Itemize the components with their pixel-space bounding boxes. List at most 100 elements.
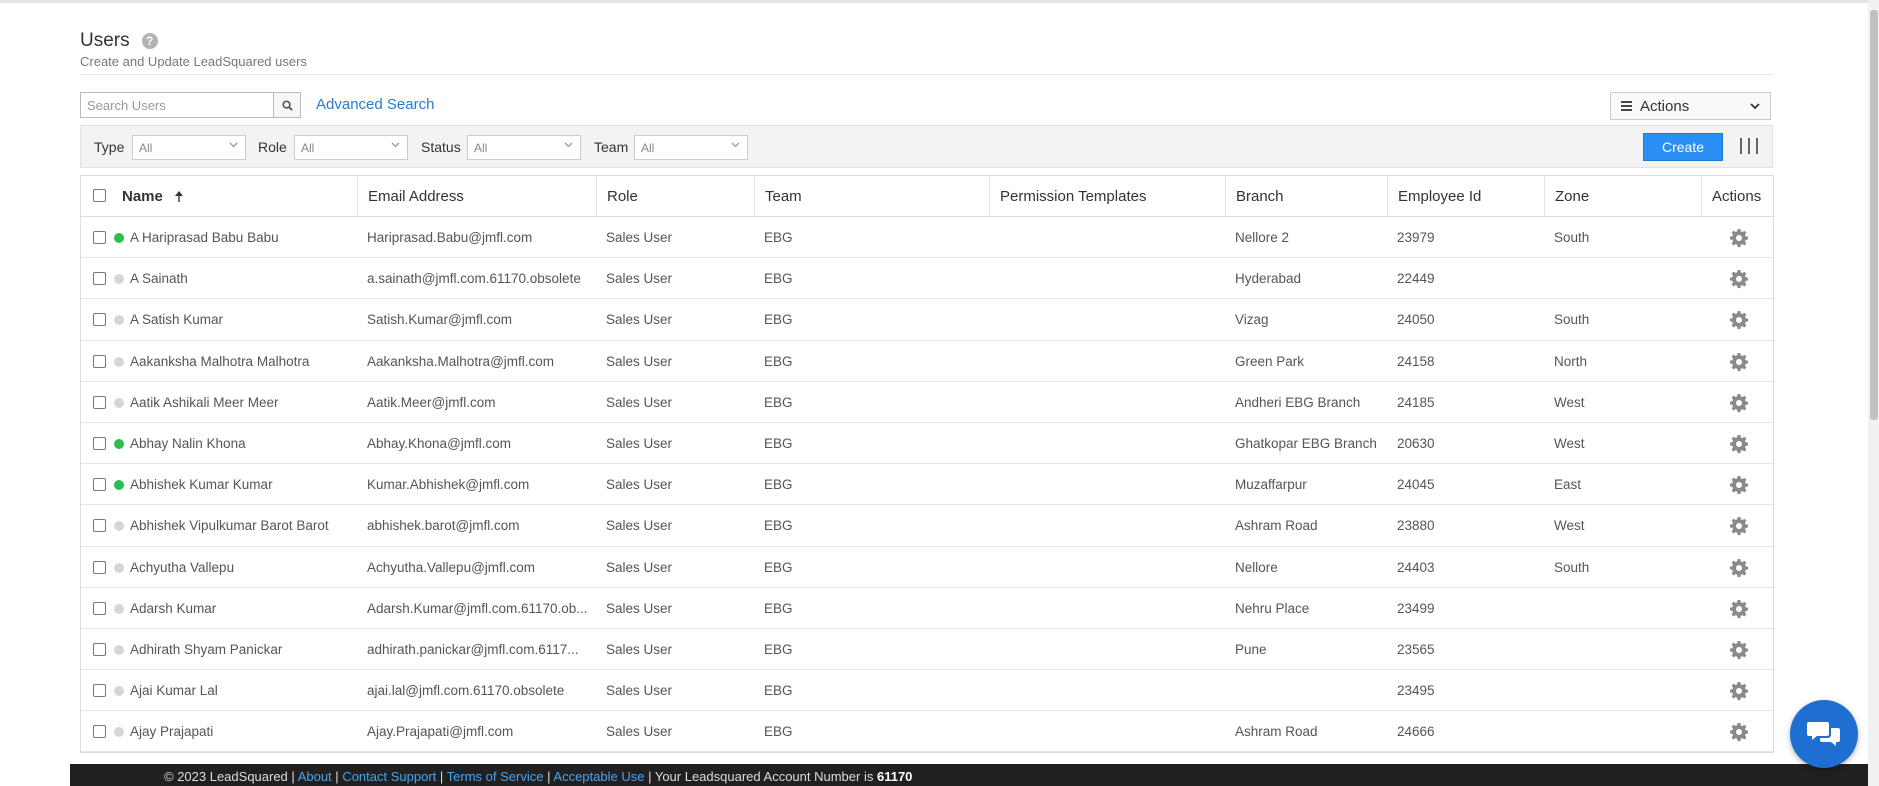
gear-icon[interactable]: [1729, 310, 1749, 330]
row-checkbox[interactable]: [93, 354, 106, 368]
create-user-button[interactable]: Create: [1643, 133, 1723, 161]
gear-icon[interactable]: [1729, 475, 1749, 495]
gear-icon[interactable]: [1729, 640, 1749, 660]
gear-icon[interactable]: [1729, 516, 1749, 536]
status-indicator: [114, 233, 124, 243]
cell-email: Aatik.Meer@jmfl.com: [367, 394, 496, 410]
column-header-team[interactable]: Team: [754, 176, 989, 216]
row-checkbox[interactable]: [93, 436, 106, 450]
cell-email: Adarsh.Kumar@jmfl.com.61170.ob...: [367, 600, 588, 616]
table-row[interactable]: A Satish Kumar Satish.Kumar@jmfl.com Sales…: [81, 299, 1773, 341]
search-input[interactable]: [80, 92, 274, 118]
column-header-name-label: Name: [122, 187, 163, 205]
cell-name[interactable]: Adarsh Kumar: [130, 588, 355, 629]
cell-name[interactable]: Ajay Prajapati: [130, 711, 355, 752]
gear-icon[interactable]: [1729, 269, 1749, 289]
column-header-role[interactable]: Role: [596, 176, 754, 216]
cell-email: Abhay.Khona@jmfl.com: [367, 435, 512, 451]
status-indicator: [114, 603, 124, 614]
cell-name[interactable]: Abhishek Kumar Kumar: [130, 464, 355, 505]
cell-name[interactable]: Adhirath Shyam Panickar: [130, 629, 355, 670]
column-header-branch[interactable]: Branch: [1225, 176, 1387, 216]
cell-name[interactable]: Aakanksha Malhotra Malhotra: [130, 341, 355, 382]
footer-acceptable-use-link[interactable]: Acceptable Use: [553, 769, 644, 784]
gear-icon[interactable]: [1729, 558, 1749, 578]
filter-team-select[interactable]: All: [634, 135, 748, 160]
row-checkbox[interactable]: [93, 272, 106, 286]
table-row[interactable]: A Sainath a.sainath@jmfl.com.61170.obsole…: [81, 258, 1773, 300]
column-bar: [1748, 138, 1750, 154]
cell-branch: Nellore 2: [1235, 230, 1290, 245]
page-subtitle: Create and Update LeadSquared users: [80, 54, 307, 69]
table-row[interactable]: Adarsh Kumar Adarsh.Kumar@jmfl.com.61170.…: [81, 588, 1773, 629]
row-checkbox[interactable]: [93, 725, 106, 739]
cell-name[interactable]: A Satish Kumar: [130, 299, 355, 340]
row-checkbox[interactable]: [93, 478, 106, 492]
table-row[interactable]: Adhirath Shyam Panickar adhirath.panickar…: [81, 629, 1773, 671]
row-checkbox[interactable]: [93, 684, 106, 698]
table-row[interactable]: A Hariprasad Babu Babu Hariprasad.Babu@jm…: [81, 217, 1773, 259]
gear-icon[interactable]: [1729, 393, 1749, 413]
help-icon[interactable]: ?: [141, 33, 158, 49]
cell-name[interactable]: A Sainath: [130, 258, 355, 299]
table-row[interactable]: Abhishek Kumar Kumar Kumar.Abhishek@jmfl.…: [81, 464, 1773, 506]
cell-branch: Muzaffarpur: [1235, 477, 1307, 493]
select-all-checkbox[interactable]: [93, 189, 106, 202]
footer-contact-support-link[interactable]: Contact Support: [342, 769, 436, 784]
footer-separator: |: [439, 769, 444, 784]
column-header-zone[interactable]: Zone: [1544, 176, 1701, 216]
row-checkbox[interactable]: [93, 395, 106, 409]
footer-about-link[interactable]: About: [298, 769, 332, 784]
table-row[interactable]: Achyutha Vallepu Achyutha.Vallepu@jmfl.co…: [81, 547, 1773, 588]
cell-zone: South: [1554, 230, 1590, 245]
filter-role-select[interactable]: All: [294, 135, 408, 160]
gear-icon[interactable]: [1729, 434, 1749, 454]
column-header-email[interactable]: Email Address: [357, 176, 596, 216]
cell-employee-id: 24666: [1397, 724, 1435, 740]
cell-branch: Nellore: [1235, 559, 1278, 575]
row-checkbox[interactable]: [93, 231, 106, 244]
column-header-permission-templates[interactable]: Permission Templates: [989, 176, 1225, 216]
cell-permission-templates: [999, 629, 1219, 670]
cell-name[interactable]: Ajai Kumar Lal: [130, 670, 355, 711]
status-indicator: [114, 644, 124, 655]
row-checkbox[interactable]: [93, 642, 106, 656]
row-checkbox[interactable]: [93, 601, 106, 615]
actions-dropdown[interactable]: Actions: [1610, 92, 1771, 120]
row-checkbox[interactable]: [93, 519, 106, 533]
gear-icon[interactable]: [1729, 352, 1749, 372]
table-row[interactable]: Ajai Kumar Lal ajai.lal@jmfl.com.61170.ob…: [81, 670, 1773, 712]
cell-team: EBG: [764, 271, 793, 287]
cell-name[interactable]: Achyutha Vallepu: [130, 547, 355, 588]
filter-type-select[interactable]: All: [132, 135, 246, 160]
cell-name[interactable]: Abhishek Vipulkumar Barot Barot: [130, 505, 355, 546]
gear-icon[interactable]: [1729, 722, 1749, 742]
row-checkbox[interactable]: [93, 313, 106, 327]
column-settings-button[interactable]: [1737, 138, 1761, 156]
gear-icon[interactable]: [1729, 228, 1749, 248]
cell-name[interactable]: A Hariprasad Babu Babu: [130, 217, 355, 258]
footer-terms-link[interactable]: Terms of Service: [447, 769, 544, 784]
table-row[interactable]: Abhay Nalin Khona Abhay.Khona@jmfl.com Sal…: [81, 423, 1773, 465]
cell-employee-id: 23499: [1397, 600, 1435, 616]
footer-separator: |: [547, 769, 551, 784]
filter-status-select[interactable]: All: [467, 135, 581, 160]
cell-name[interactable]: Abhay Nalin Khona: [130, 423, 355, 464]
cell-role: Sales User: [606, 312, 673, 328]
table-row[interactable]: Abhishek Vipulkumar Barot Barot abhishek.…: [81, 505, 1773, 547]
cell-role: Sales User: [606, 600, 673, 616]
gear-icon[interactable]: [1729, 599, 1749, 619]
advanced-search-link[interactable]: Advanced Search: [316, 96, 434, 113]
gear-icon[interactable]: [1729, 681, 1749, 701]
table-row[interactable]: Aatik Ashikali Meer Meer Aatik.Meer@jmfl.…: [81, 382, 1773, 423]
search-button[interactable]: [274, 92, 301, 118]
footer-separator: |: [335, 769, 339, 784]
table-row[interactable]: Aakanksha Malhotra Malhotra Aakanksha.Mal…: [81, 341, 1773, 382]
column-header-employee-id[interactable]: Employee Id: [1387, 176, 1544, 216]
table-row[interactable]: Ajay Prajapati Ajay.Prajapati@jmfl.com Sal…: [81, 711, 1773, 753]
row-checkbox[interactable]: [93, 560, 106, 574]
cell-name[interactable]: Aatik Ashikali Meer Meer: [130, 382, 355, 423]
page-scrollbar-thumb[interactable]: [1870, 10, 1878, 420]
search-bar: [80, 92, 301, 118]
chat-widget-button[interactable]: [1790, 700, 1858, 768]
